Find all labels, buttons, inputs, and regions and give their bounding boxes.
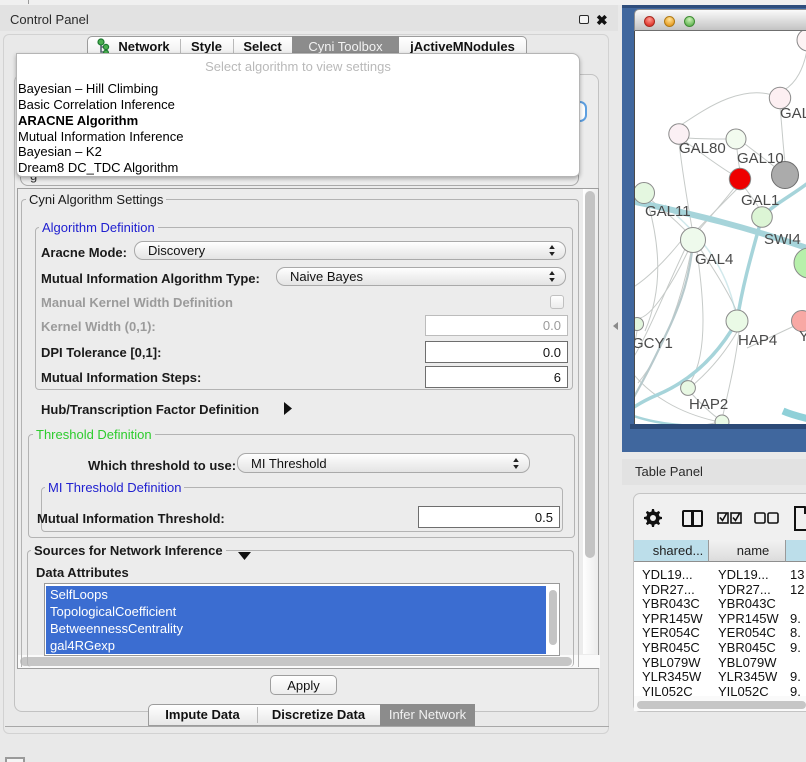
svg-text:GAL11: GAL11	[645, 203, 691, 220]
svg-text:HAP4: HAP4	[738, 332, 777, 349]
svg-text:GAL7: GAL7	[780, 105, 806, 122]
svg-text:SWI4: SWI4	[764, 231, 801, 248]
svg-text:GAL10: GAL10	[737, 150, 784, 167]
svg-text:GAL1: GAL1	[741, 192, 779, 209]
svg-text:GAL80: GAL80	[679, 140, 726, 157]
svg-text:GAL4: GAL4	[695, 251, 733, 268]
svg-text:GCY1: GCY1	[635, 335, 673, 352]
svg-text:Y: Y	[799, 328, 806, 345]
svg-text:HAP2: HAP2	[689, 396, 728, 413]
